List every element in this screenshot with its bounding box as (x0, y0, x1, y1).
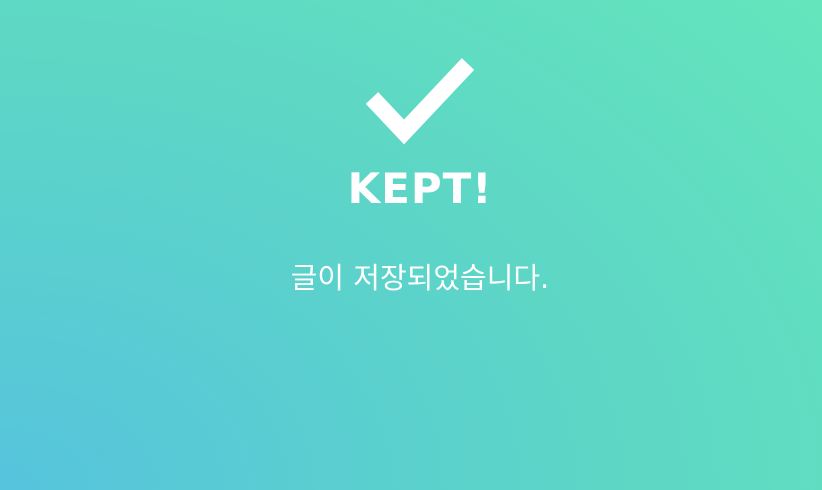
status-message: 글이 저장되었습니다. (290, 261, 550, 295)
status-title: KEPT! (347, 164, 493, 213)
checkmark-icon (365, 58, 475, 145)
save-confirmation-screen: KEPT! 글이 저장되었습니다. (0, 0, 822, 490)
